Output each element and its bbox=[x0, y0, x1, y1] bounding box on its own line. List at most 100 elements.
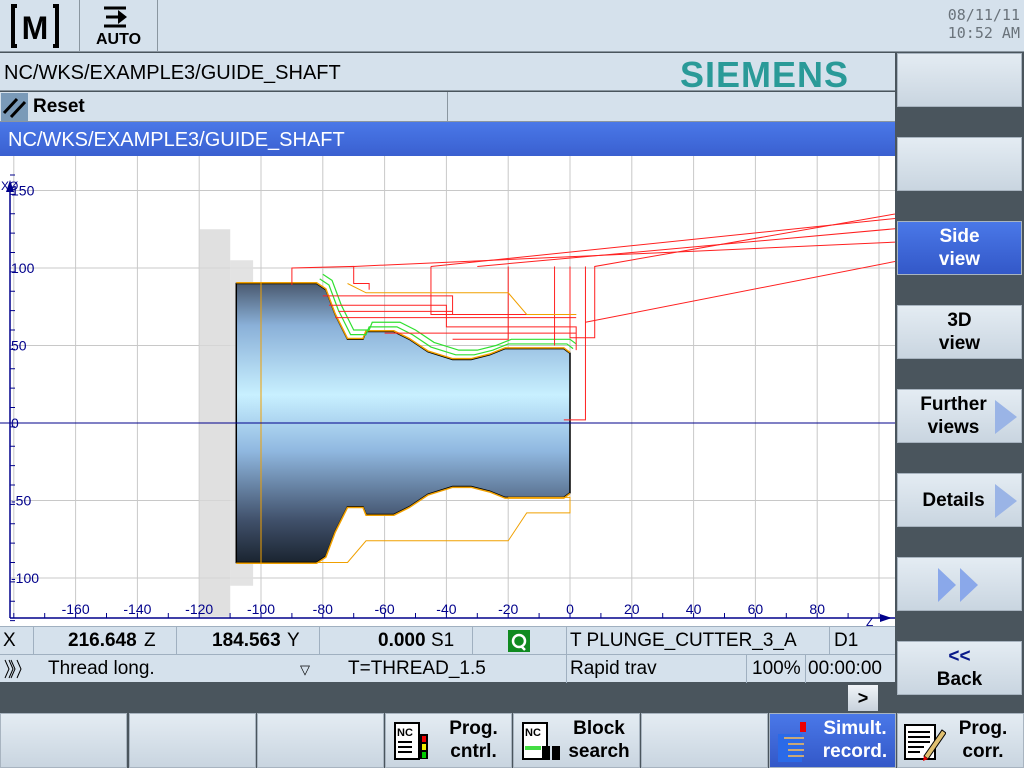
divider bbox=[447, 92, 448, 122]
side-view-plot[interactable]: -160 -140 -120 -100 -80 -60 -40 -20 0 20 40 60 80150… bbox=[0, 156, 941, 656]
softkey-label: view bbox=[938, 249, 981, 270]
softkey-label: 3D bbox=[947, 310, 972, 331]
z-value: 184.563 bbox=[212, 630, 281, 651]
feed-path bbox=[347, 283, 577, 315]
svg-text:NC: NC bbox=[397, 727, 413, 739]
softkey-label: Details bbox=[922, 490, 985, 511]
z-tick-label: -60 bbox=[374, 601, 394, 617]
reset-icon bbox=[1, 93, 28, 121]
rapid-traverse-path bbox=[430, 213, 941, 267]
block-search-icon: NC bbox=[522, 722, 560, 760]
machine-area-button[interactable]: M bbox=[0, 0, 80, 52]
z-axis-label: Z bbox=[866, 615, 873, 626]
program-path: NC/WKS/EXAMPLE3/GUIDE_SHAFT bbox=[4, 62, 341, 84]
x-tick-label: -100 bbox=[11, 570, 39, 586]
siemens-logo: SIEMENS bbox=[680, 54, 850, 95]
back-softkey[interactable]: << Back bbox=[897, 641, 1022, 695]
nc-program-control-icon: NC bbox=[394, 722, 428, 760]
program-correction-icon bbox=[904, 724, 946, 761]
override-percent: 100% bbox=[752, 658, 801, 679]
date-time: 08/11/11 10:52 AM bbox=[948, 6, 1020, 42]
z-tick-label: -80 bbox=[313, 601, 333, 617]
window-title: NC/WKS/EXAMPLE3/GUIDE_SHAFT bbox=[8, 129, 345, 151]
rapid-traverse-path bbox=[452, 266, 509, 340]
top-bar: M AUTO 08/11/11 10:52 AM bbox=[0, 0, 1024, 52]
prog-corr-softkey[interactable]: Prog. corr. bbox=[897, 713, 1024, 768]
x-axis-label: XØ bbox=[1, 179, 18, 193]
y-value: 0.000 bbox=[378, 630, 426, 651]
z-axis-arrow-icon bbox=[880, 614, 892, 622]
channel-status: Reset bbox=[33, 96, 85, 117]
softkey-label: record. bbox=[822, 741, 888, 762]
z-tick-label: -160 bbox=[62, 601, 90, 617]
side-view-softkey[interactable]: Side view bbox=[897, 221, 1022, 275]
prog-cntrl-softkey[interactable]: NC Prog. cntrl. bbox=[385, 713, 512, 768]
feed-mode: Rapid trav bbox=[570, 658, 657, 679]
program-path-row: NC/WKS/EXAMPLE3/GUIDE_SHAFT SIEMENS bbox=[0, 53, 895, 95]
thread-icon bbox=[4, 659, 22, 679]
softkey-bottom-2[interactable] bbox=[129, 713, 256, 768]
channel-status-row: Reset bbox=[0, 92, 895, 122]
simult-record-softkey[interactable]: Simult. record. bbox=[769, 713, 896, 768]
x-tick-label: 100 bbox=[11, 260, 35, 276]
softkey-label: Side bbox=[939, 226, 980, 247]
softkey-right-2[interactable] bbox=[897, 137, 1022, 191]
spindle-rotation-icon bbox=[508, 630, 530, 652]
rapid-traverse-path bbox=[477, 224, 941, 267]
softkey-label: view bbox=[938, 333, 981, 354]
svg-text:M: M bbox=[22, 10, 49, 46]
date: 08/11/11 bbox=[947, 6, 1020, 24]
submenu-arrow-icon bbox=[995, 400, 1017, 434]
softkey-label: Prog. bbox=[958, 718, 1008, 739]
x-value: 216.648 bbox=[68, 630, 137, 651]
softkey-label: Further bbox=[920, 394, 987, 415]
simulation-view[interactable]: -160 -140 -120 -100 -80 -60 -40 -20 0 20 40 60 80 150… bbox=[0, 156, 941, 656]
x-tick-label: 50 bbox=[11, 338, 27, 354]
z-tick-label: -140 bbox=[123, 601, 151, 617]
window-title-bar: NC/WKS/EXAMPLE3/GUIDE_SHAFT bbox=[0, 122, 895, 156]
z-tick-label: -100 bbox=[247, 601, 275, 617]
z-tick-label: 40 bbox=[686, 601, 702, 617]
softkey-label: Block bbox=[573, 718, 625, 739]
svg-text:NC: NC bbox=[525, 727, 541, 739]
machine-m-icon: M bbox=[11, 4, 59, 48]
3d-view-softkey[interactable]: 3D view bbox=[897, 305, 1022, 359]
cycle-tool: T=THREAD_1.5 bbox=[348, 658, 486, 679]
z-tick-label: -120 bbox=[185, 601, 213, 617]
x-tick-label: 0 bbox=[11, 415, 19, 431]
simultaneous-recording-icon bbox=[778, 722, 806, 762]
softkey-bottom-6[interactable] bbox=[641, 713, 768, 768]
submenu-arrow-icon bbox=[995, 484, 1017, 518]
block-search-softkey[interactable]: NC Block search bbox=[513, 713, 640, 768]
further-views-softkey[interactable]: Further views bbox=[897, 389, 1022, 443]
rapid-traverse-path bbox=[430, 266, 571, 330]
auto-arrow-icon bbox=[104, 6, 127, 28]
softkey-label: corr. bbox=[962, 741, 1004, 762]
auto-mode-indicator: AUTO bbox=[80, 0, 158, 52]
softkey-bottom-1[interactable] bbox=[0, 713, 127, 768]
position-status-row: X 216.648 Z 184.563 Y 0.000 S1 T PLUNGE_… bbox=[0, 626, 895, 655]
softkey-bottom-3[interactable] bbox=[257, 713, 384, 768]
softkey-label: Back bbox=[936, 669, 983, 690]
softkey-label: Simult. bbox=[823, 718, 887, 739]
forward-softkey[interactable] bbox=[897, 557, 1022, 611]
z-tick-label: 80 bbox=[809, 601, 825, 617]
time: 10:52 AM bbox=[947, 24, 1020, 42]
y-label: Y bbox=[287, 630, 300, 651]
cycle-name: Thread long. bbox=[48, 658, 155, 679]
back-arrows-icon: << bbox=[948, 646, 971, 667]
active-tool: T PLUNGE_CUTTER_3_A bbox=[570, 630, 797, 651]
softkey-label: views bbox=[927, 417, 980, 438]
mode-label: AUTO bbox=[95, 31, 142, 48]
details-softkey[interactable]: Details bbox=[897, 473, 1022, 527]
z-tick-label: 60 bbox=[748, 601, 764, 617]
double-arrow-right-icon bbox=[938, 568, 978, 602]
cycle-status-row: Thread long. ▽ T=THREAD_1.5 Rapid trav 1… bbox=[0, 654, 895, 683]
softkey-right-1[interactable] bbox=[897, 53, 1022, 107]
z-tick-label: 0 bbox=[566, 601, 574, 617]
z-label: Z bbox=[144, 630, 156, 651]
expand-button[interactable]: > bbox=[848, 685, 878, 711]
x-label: X bbox=[3, 630, 16, 651]
dropdown-triangle-icon[interactable]: ▽ bbox=[300, 662, 310, 678]
d-number: D1 bbox=[834, 630, 859, 651]
